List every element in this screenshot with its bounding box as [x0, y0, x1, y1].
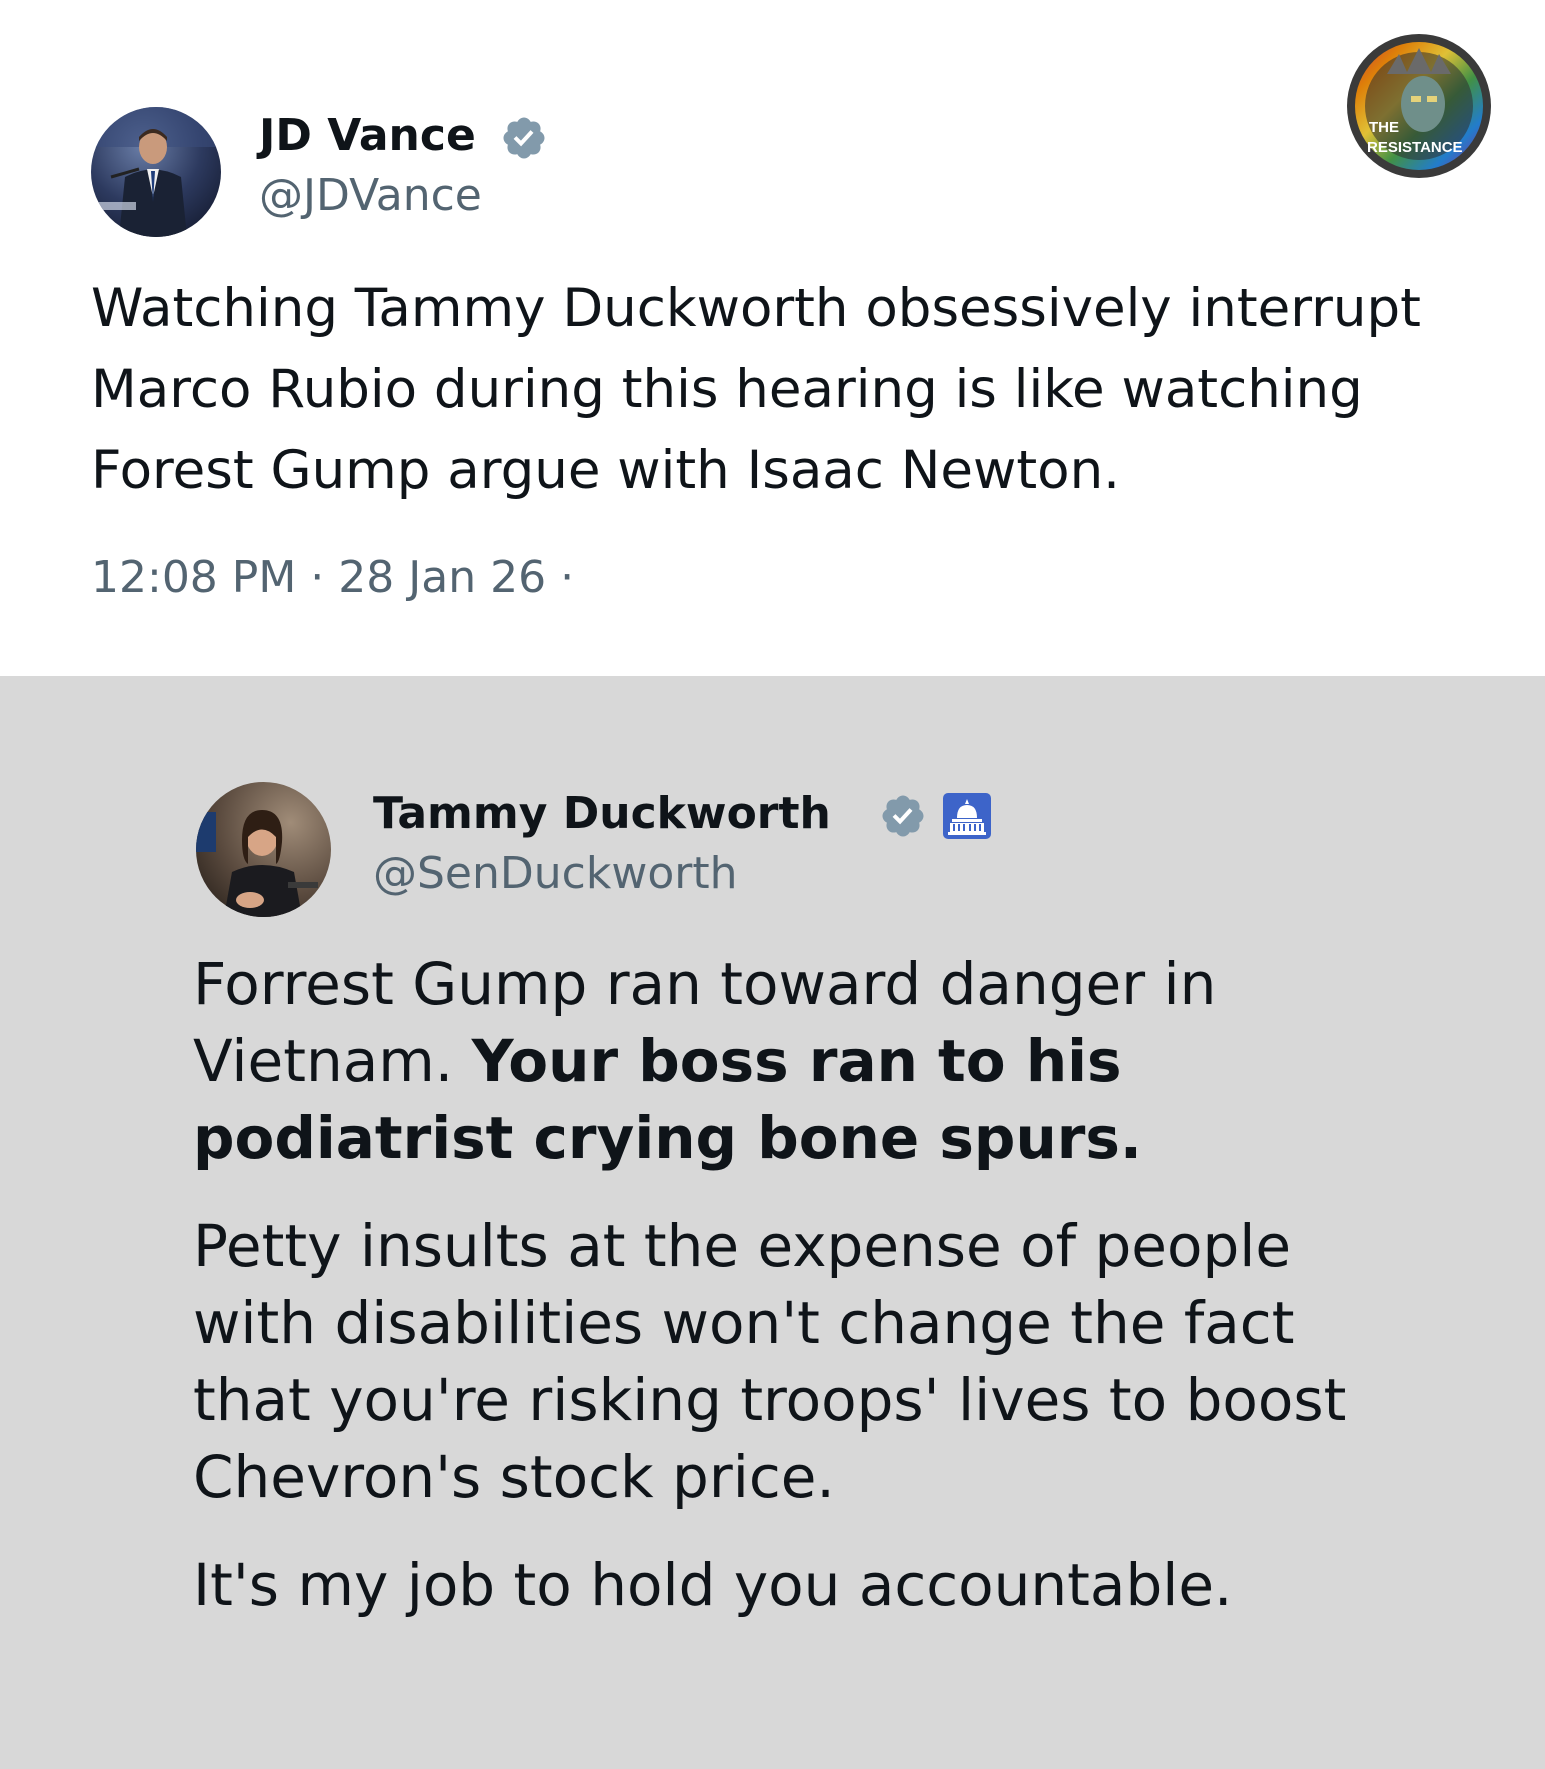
meta-separator: · — [310, 552, 325, 603]
tweet-paragraph-3: It's my job to hold you accountable. — [193, 1551, 1233, 1619]
avatar-vance[interactable] — [91, 107, 221, 237]
author-name[interactable]: Tammy Duckworth — [373, 788, 831, 839]
tweet-date: 28 Jan 26 — [338, 552, 547, 603]
tweet-text-duckworth: Forrest Gump ran toward danger in Vietna… — [193, 946, 1393, 1624]
tweet-text-vance: Watching Tammy Duckworth obsessively int… — [91, 268, 1491, 511]
capitol-building-icon — [942, 792, 992, 840]
verified-badge-icon — [879, 792, 927, 840]
avatar-duckworth[interactable] — [196, 782, 331, 917]
tweet-time: 12:08 PM — [91, 552, 297, 603]
tweet-paragraph-2: Petty insults at the expense of people w… — [193, 1212, 1347, 1511]
author-handle[interactable]: @SenDuckworth — [373, 848, 737, 899]
resistance-logo: THE RESISTANCE — [1347, 34, 1491, 178]
tweet-card-vance: JD Vance @JDVance THE RESISTANCE Watchin… — [0, 0, 1545, 676]
logo-line2: RESISTANCE — [1367, 139, 1463, 156]
logo-line1: THE — [1369, 119, 1399, 136]
tweet-paragraph-1: Forrest Gump ran toward danger in Vietna… — [193, 946, 1393, 1177]
author-name[interactable]: JD Vance — [259, 110, 476, 161]
meta-trailing-separator: · — [560, 552, 575, 603]
author-handle[interactable]: @JDVance — [259, 170, 482, 221]
tweet-timestamp[interactable]: 12:08 PM · 28 Jan 26 · — [91, 552, 574, 603]
verified-badge-icon — [500, 114, 548, 162]
tweet-card-duckworth: Tammy Duckworth @SenDuckworth Forrest Gu… — [0, 676, 1545, 1769]
tweet-body: Watching Tammy Duckworth obsessively int… — [91, 278, 1421, 501]
